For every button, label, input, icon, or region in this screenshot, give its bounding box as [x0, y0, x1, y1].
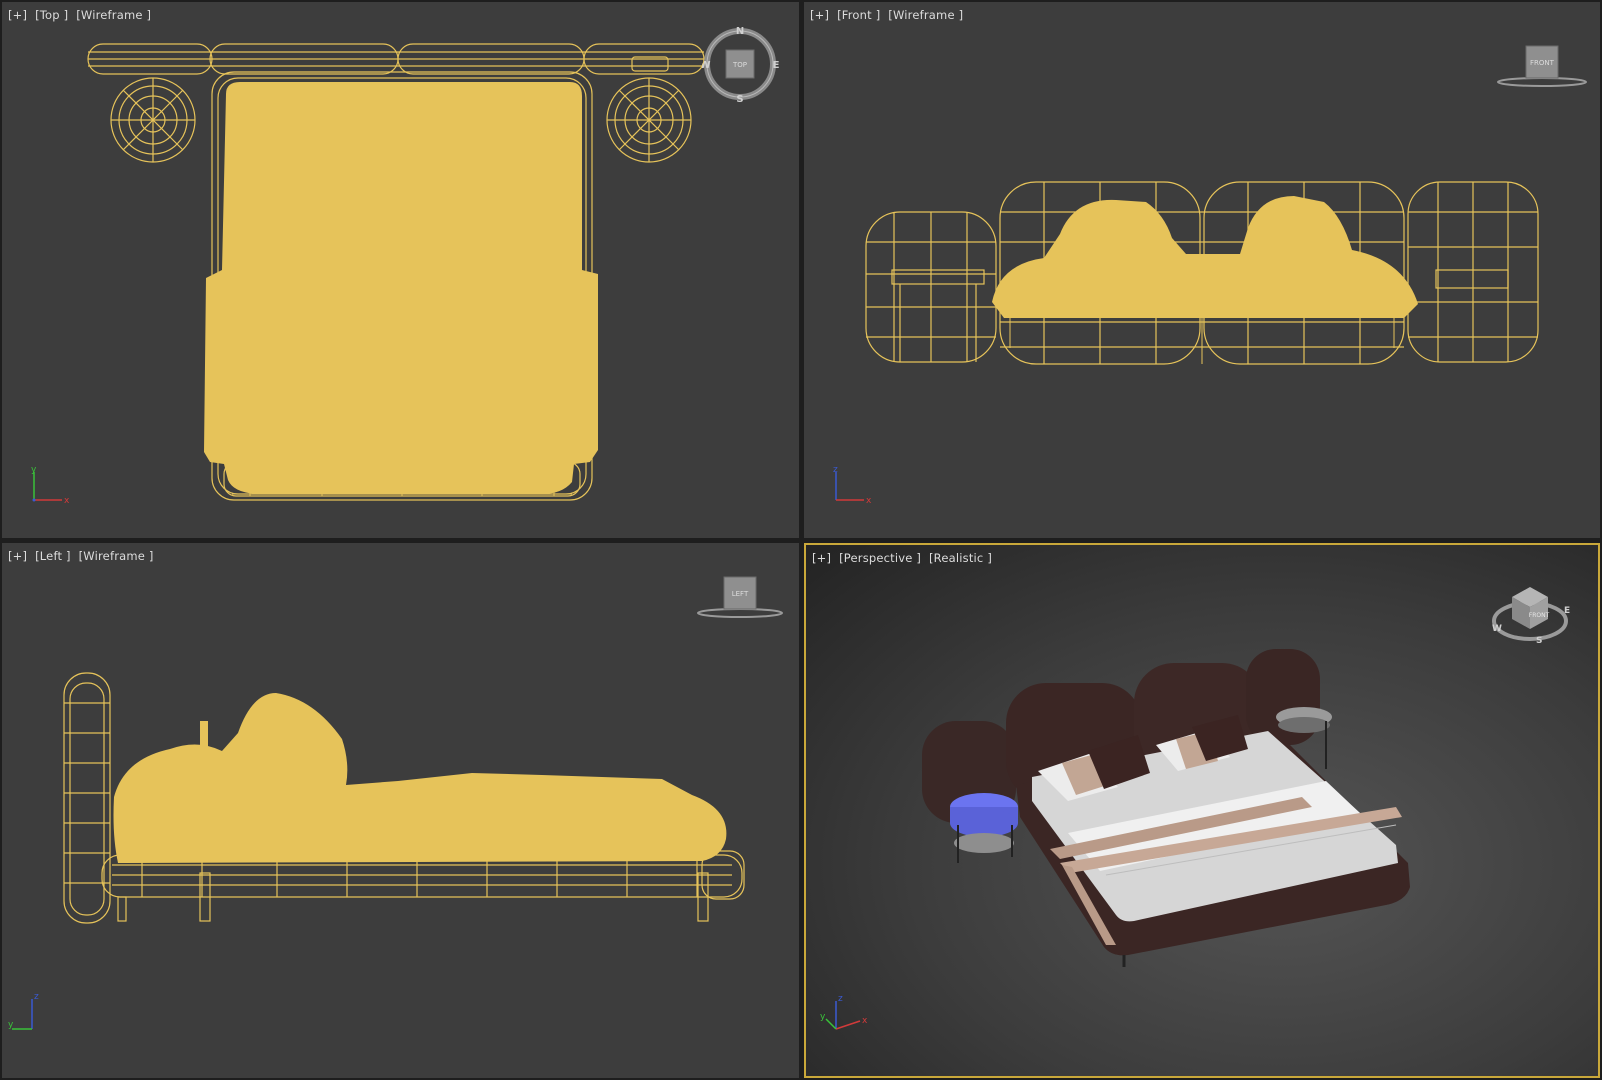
compass-east: E [773, 60, 780, 71]
axis-label-h: y [8, 1020, 14, 1030]
front-wireframe-scene[interactable] [804, 2, 1600, 538]
axis-label-v: y [31, 465, 37, 475]
viewport-front[interactable]: [+] [Front ] [Wireframe ] FRONT z x [804, 2, 1600, 538]
view-cube-icon[interactable]: FRONT W S E [1486, 573, 1576, 653]
axis-label-v: z [34, 992, 39, 1002]
bedding-mass-left [113, 693, 727, 863]
view-cube-icon[interactable]: FRONT [1494, 42, 1590, 92]
axis-label-h: x [862, 1016, 868, 1026]
nightstand-top-front-left [891, 269, 985, 285]
axis-label-d: y [820, 1012, 826, 1022]
view-cube-face: FRONT [1530, 59, 1555, 67]
perspective-realistic-scene[interactable] [806, 545, 1598, 1076]
axis-label-h: x [866, 496, 872, 506]
view-cube-face: TOP [732, 61, 747, 69]
axis-label-v: z [833, 465, 838, 475]
compass-north: N [736, 26, 744, 37]
axis-gizmo-icon: z x y [820, 994, 868, 1030]
viewport-top[interactable]: [+] [Top ] [Wireframe ] TOP N E S W y x [2, 2, 799, 538]
bedding-mass-front [992, 196, 1418, 318]
viewport-layout: [+] [Top ] [Wireframe ] TOP N E S W y x … [0, 0, 1602, 1080]
view-cube-face: LEFT [732, 590, 749, 598]
view-cube-icon[interactable]: TOP N E S W [702, 22, 782, 106]
viewport-left[interactable]: [+] [Left ] [Wireframe ] LEFT z y [2, 543, 799, 1078]
compass-east: E [1564, 606, 1570, 616]
compass-south: S [736, 94, 743, 105]
axis-label-v: z [838, 994, 843, 1004]
compass-west: W [1492, 624, 1502, 634]
view-cube-face: FRONT [1529, 612, 1550, 619]
axis-gizmo-icon: z y [8, 992, 39, 1030]
view-cube-icon[interactable]: LEFT [696, 573, 792, 623]
axis-gizmo-icon: z x [833, 465, 872, 506]
axis-gizmo-icon: y x [31, 465, 70, 506]
compass-south: S [1536, 636, 1542, 646]
viewport-perspective[interactable]: [+] [Perspective ] [Realistic ] FRONT W … [804, 543, 1600, 1078]
bedding-mass-top [204, 82, 598, 494]
top-wireframe-scene[interactable] [2, 2, 799, 538]
compass-west: W [702, 60, 711, 71]
nightstand-top-front-right [1435, 269, 1509, 289]
left-wireframe-scene[interactable] [2, 543, 799, 1078]
axis-label-h: x [64, 496, 70, 506]
